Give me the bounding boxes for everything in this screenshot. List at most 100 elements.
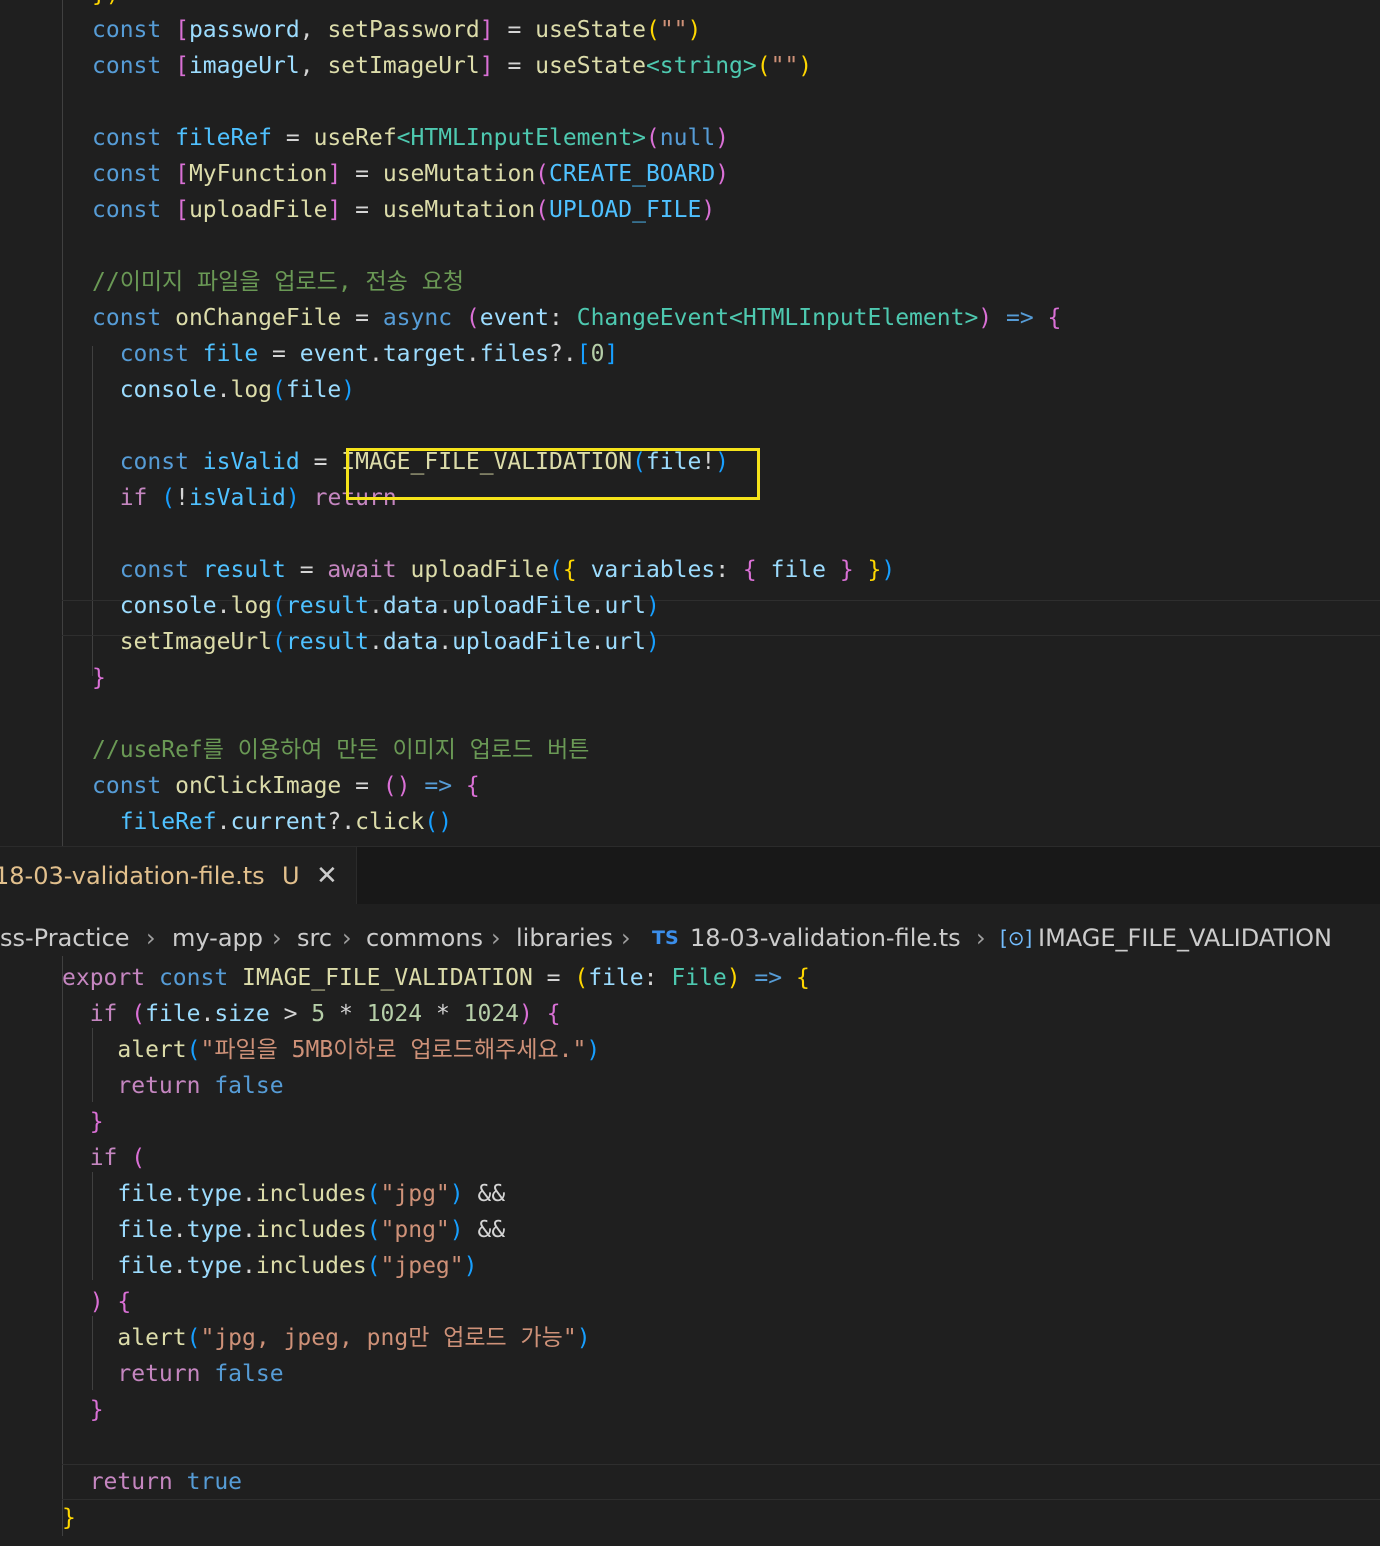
code-line[interactable]: 4 return false (0, 1068, 1380, 1104)
code-token: //useRef를 이용하여 만든 이미지 업로드 버튼 (92, 737, 590, 763)
code-line[interactable]: 6} (0, 1500, 1380, 1536)
line-number: 3 (0, 372, 10, 408)
code-token: "jpeg" (380, 1253, 464, 1279)
code-line[interactable]: 2 if (file.size > 5 * 1024 * 1024) { (0, 996, 1380, 1032)
code-text: const [imageUrl, setImageUrl] = useState… (92, 48, 812, 84)
code-line[interactable]: 9 console.log(result.data.uploadFile.url… (0, 588, 1380, 624)
code-text: } (62, 1104, 104, 1140)
code-line[interactable]: 8 const result = await uploadFile({ vari… (0, 552, 1380, 588)
code-token: . (368, 593, 383, 619)
editor-bottom-pane[interactable]: 1export const IMAGE_FILE_VALIDATION = (f… (0, 904, 1380, 1546)
code-token: file (285, 377, 342, 403)
code-line[interactable]: 4 const onClickImage = () => { (0, 768, 1380, 804)
code-line[interactable]: 3 alert("파일을 5MB이하로 업로드해주세요.") (0, 1032, 1380, 1068)
code-line[interactable]: 9 file.type.includes("jpeg") (0, 1248, 1380, 1284)
line-number: 8 (0, 1212, 10, 1248)
code-token: { (562, 557, 591, 583)
code-token: return (62, 1361, 215, 1387)
code-token: > (269, 1001, 312, 1027)
code-token: fileRef (92, 809, 217, 835)
breadcrumb-symbol[interactable]: IMAGE_FILE_VALIDATION (1038, 904, 1332, 972)
line-number: 5 (0, 1464, 10, 1500)
line-number: 9 (0, 228, 10, 264)
code-token: ) (519, 1001, 533, 1027)
code-token: [ (175, 197, 189, 223)
code-line[interactable]: 5 } (0, 1104, 1380, 1140)
code-token: . (172, 1217, 187, 1243)
code-line[interactable]: 2 return false (0, 1356, 1380, 1392)
code-line[interactable]: 5 return true (0, 1464, 1380, 1500)
close-icon[interactable]: ✕ (316, 847, 338, 905)
code-line[interactable]: 0 ) { (0, 1284, 1380, 1320)
code-token: ] (479, 53, 494, 79)
breadcrumb-file[interactable]: 18-03-validation-file.ts (690, 904, 961, 972)
code-line[interactable]: 4 (0, 1428, 1380, 1464)
tab-validation-file[interactable]: 18-03-validation-file.ts U ✕ (0, 847, 357, 905)
code-token: { (465, 773, 480, 799)
code-token: ) (645, 593, 660, 619)
code-token: onClickImage (175, 773, 342, 799)
code-line[interactable]: 1 const onChangeFile = async (event: Chan… (0, 300, 1380, 336)
code-token: variables (590, 557, 716, 583)
breadcrumb-item[interactable]: commons (366, 904, 483, 972)
code-token: console (92, 593, 217, 619)
code-line[interactable]: 3 //useRef를 이용하여 만든 이미지 업로드 버튼 (0, 732, 1380, 768)
code-line[interactable]: 6 const fileRef = useRef<HTMLInputElement… (0, 120, 1380, 156)
code-line[interactable]: 9 (0, 228, 1380, 264)
code-line[interactable]: 7 (0, 516, 1380, 552)
code-line[interactable]: 1} (0, 660, 1380, 696)
code-line[interactable]: 4 (0, 408, 1380, 444)
code-line[interactable]: 0 setImageUrl(result.data.uploadFile.url… (0, 624, 1380, 660)
editor-top-pane[interactable]: 2})3const [password, setPassword] = useS… (0, 0, 1380, 846)
code-line[interactable]: 2}) (0, 0, 1380, 12)
code-line[interactable]: 5 fileRef.current?.click() (0, 804, 1380, 840)
code-token: "" (659, 17, 688, 43)
code-line[interactable]: 6 if ( (0, 1140, 1380, 1176)
code-text: alert("jpg, jpeg, png만 업로드 가능") (62, 1320, 590, 1356)
code-line[interactable]: 7 const [MyFunction] = useMutation(CREATE… (0, 156, 1380, 192)
code-token: useMutation (382, 161, 536, 187)
breadcrumb-item[interactable]: ss-Practice (0, 904, 130, 972)
code-line[interactable]: 3 const [password, setPassword] = useStat… (0, 12, 1380, 48)
code-token: CREATE_BOARD (549, 161, 716, 187)
code-token: false (214, 1073, 284, 1099)
code-token: file (62, 1253, 173, 1279)
code-token: }) (92, 0, 120, 7)
breadcrumb-item[interactable]: src (297, 904, 332, 972)
code-text: //이미지 파일을 업로드, 전송 요청 (92, 264, 464, 300)
code-line[interactable]: 0 //이미지 파일을 업로드, 전송 요청 (0, 264, 1380, 300)
code-line[interactable]: 3 console.log(file) (0, 372, 1380, 408)
code-token: . (216, 809, 231, 835)
code-token: alert (62, 1037, 187, 1063)
code-token: ) (701, 197, 716, 223)
code-token: ?. (327, 809, 356, 835)
breadcrumb-item[interactable]: libraries (516, 904, 613, 972)
code-token: = (341, 161, 383, 187)
code-line[interactable]: 5 (0, 84, 1380, 120)
line-number: 4 (0, 48, 10, 84)
code-line[interactable]: 7 file.type.includes("jpg") && (0, 1176, 1380, 1212)
chevron-right-icon: › (146, 924, 156, 952)
code-token: , (299, 17, 328, 43)
code-token: = (493, 17, 536, 43)
code-token: includes (255, 1217, 367, 1243)
code-line[interactable]: 2 (0, 696, 1380, 732)
breadcrumb-item[interactable]: my-app (172, 904, 263, 972)
code-token: { (546, 1001, 561, 1027)
highlight-box (346, 448, 760, 500)
code-line[interactable]: 8 const [uploadFile] = useMutation(UPLOAD… (0, 192, 1380, 228)
code-token: . (368, 341, 383, 367)
code-text: const [password, setPassword] = useState… (92, 12, 701, 48)
code-token: . (368, 629, 383, 655)
code-line[interactable]: 4 const [imageUrl, setImageUrl] = useStat… (0, 48, 1380, 84)
code-line[interactable]: 2 const file = event.target.files?.[0] (0, 336, 1380, 372)
code-token: //이미지 파일을 업로드, 전송 요청 (92, 269, 465, 295)
code-line[interactable]: 8 file.type.includes("png") && (0, 1212, 1380, 1248)
code-token: true (186, 1469, 243, 1495)
code-line[interactable]: 3 } (0, 1392, 1380, 1428)
code-token: onChangeFile (175, 305, 342, 331)
code-token: ( (272, 377, 286, 403)
line-number: 8 (0, 552, 10, 588)
code-line[interactable]: 1 alert("jpg, jpeg, png만 업로드 가능") (0, 1320, 1380, 1356)
